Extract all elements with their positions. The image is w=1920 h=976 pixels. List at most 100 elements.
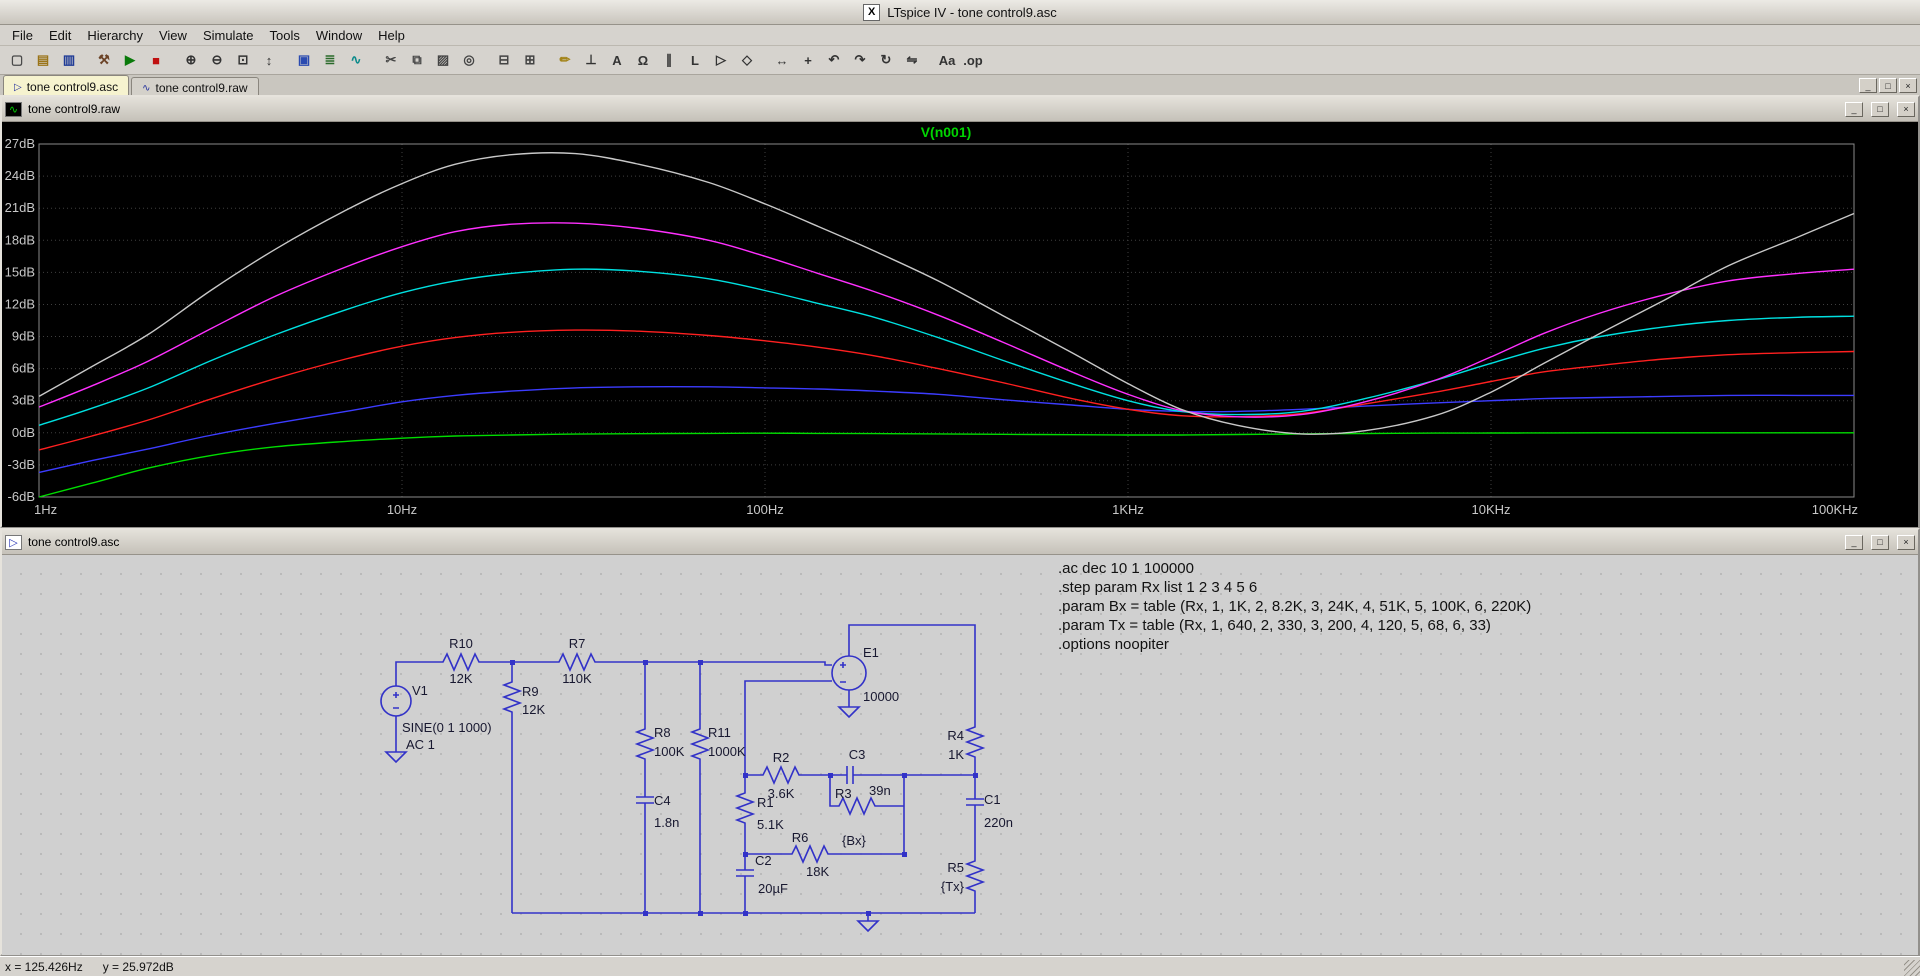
print-icon[interactable]: ⊟ (491, 48, 517, 72)
menu-tools[interactable]: Tools (262, 27, 308, 44)
menu-simulate[interactable]: Simulate (195, 27, 262, 44)
label-R3[interactable]: R3 (835, 786, 852, 801)
label-C4[interactable]: C4 (654, 793, 671, 808)
value-C4[interactable]: 1.8n (654, 815, 679, 830)
capacitor-C1[interactable] (966, 799, 984, 805)
redo-icon[interactable]: ↷ (847, 48, 873, 72)
diode-icon[interactable]: ▷ (708, 48, 734, 72)
drag-icon[interactable]: + (795, 48, 821, 72)
copy-icon[interactable]: ⧉ (404, 48, 430, 72)
spice-directive-param-tx[interactable]: .param Tx = table (Rx, 1, 640, 2, 330, 3… (1058, 617, 1491, 634)
capacitor-icon[interactable]: ∥ (656, 48, 682, 72)
label-R6[interactable]: R6 (792, 830, 809, 845)
resistor-R7[interactable] (553, 654, 601, 670)
schematic-close-button[interactable]: × (1897, 535, 1915, 550)
menu-help[interactable]: Help (370, 27, 413, 44)
resistor-R8[interactable] (637, 723, 653, 765)
trace-label[interactable]: V(n001) (921, 124, 972, 140)
menu-window[interactable]: Window (308, 27, 370, 44)
waveform-close-button[interactable]: × (1897, 102, 1915, 117)
menu-edit[interactable]: Edit (41, 27, 79, 44)
cut-icon[interactable]: ✂ (378, 48, 404, 72)
label-R5[interactable]: R5 (947, 860, 964, 875)
label-V1[interactable]: V1 (412, 683, 428, 698)
text-icon[interactable]: Aa (934, 48, 960, 72)
value-R8[interactable]: 100K (654, 744, 685, 759)
label-R9[interactable]: R9 (522, 684, 539, 699)
capacitor-C3[interactable] (847, 766, 853, 784)
rotate-icon[interactable]: ↻ (873, 48, 899, 72)
find-icon[interactable]: ◎ (456, 48, 482, 72)
resistor-R6[interactable] (786, 846, 834, 862)
value-V1-line1[interactable]: SINE(0 1 1000) (402, 720, 492, 735)
resistor-icon[interactable]: Ω (630, 48, 656, 72)
schematic-minimize-button[interactable]: _ (1845, 535, 1863, 550)
spice-directive-icon[interactable]: .op (960, 48, 986, 72)
label-R7[interactable]: R7 (569, 636, 586, 651)
zoom-in-icon[interactable]: ⊕ (178, 48, 204, 72)
view-waveform-icon[interactable]: ∿ (343, 48, 369, 72)
spice-directive-options[interactable]: .options noopiter (1058, 636, 1169, 653)
value-C1[interactable]: 220n (984, 815, 1013, 830)
schematic-window-titlebar[interactable]: ▷ tone control9.asc _ □ × (2, 530, 1918, 555)
print-preview-icon[interactable]: ⊞ (517, 48, 543, 72)
capacitor-C4[interactable] (636, 797, 654, 803)
view-schematic-icon[interactable]: ▣ (291, 48, 317, 72)
move-icon[interactable]: ↔ (769, 48, 795, 72)
label-C1[interactable]: C1 (984, 792, 1001, 807)
schematic-maximize-button[interactable]: □ (1871, 535, 1889, 550)
save-icon[interactable]: ▥ (56, 48, 82, 72)
mirror-icon[interactable]: ⇋ (899, 48, 925, 72)
label-R4[interactable]: R4 (947, 728, 964, 743)
spice-directive-ac[interactable]: .ac dec 10 1 100000 (1058, 560, 1194, 577)
waveform-minimize-button[interactable]: _ (1845, 102, 1863, 117)
halt-icon[interactable]: ■ (143, 48, 169, 72)
label-net-icon[interactable]: A (604, 48, 630, 72)
spice-directive-param-bx[interactable]: .param Bx = table (Rx, 1, 1K, 2, 8.2K, 3… (1058, 598, 1531, 615)
spice-directive-step[interactable]: .step param Rx list 1 2 3 4 5 6 (1058, 579, 1257, 596)
value-C2[interactable]: 20µF (758, 881, 788, 896)
capacitor-C2[interactable] (736, 870, 754, 876)
zoom-full-icon[interactable]: ⊡ (230, 48, 256, 72)
label-R2[interactable]: R2 (773, 750, 790, 765)
value-V1-line2[interactable]: AC 1 (406, 737, 435, 752)
mdi-maximize-button[interactable]: □ (1879, 78, 1897, 93)
resistor-R9[interactable] (504, 676, 520, 718)
label-R10[interactable]: R10 (449, 636, 473, 651)
value-C3[interactable]: 39n (869, 783, 891, 798)
value-R11[interactable]: 1000K (708, 744, 746, 759)
resistor-R11[interactable] (692, 723, 708, 765)
ground-symbol[interactable] (386, 707, 878, 931)
menu-hierarchy[interactable]: Hierarchy (79, 27, 151, 44)
resistor-R10[interactable] (437, 654, 485, 670)
menu-view[interactable]: View (151, 27, 195, 44)
voltage-source-V1[interactable] (381, 686, 411, 716)
dependent-source-E1[interactable] (832, 656, 866, 690)
value-R6[interactable]: 18K (806, 864, 829, 879)
value-R3[interactable]: {Bx} (842, 833, 867, 848)
wires[interactable] (396, 625, 975, 921)
value-R5[interactable]: {Tx} (941, 879, 965, 894)
component-icon[interactable]: ◇ (734, 48, 760, 72)
open-file-icon[interactable]: ▤ (30, 48, 56, 72)
schematic-canvas[interactable]: V1 SINE(0 1 1000) AC 1 R10 12K R9 12K R7… (2, 555, 1918, 955)
label-C2[interactable]: C2 (755, 853, 772, 868)
ground-icon[interactable]: ⊥ (578, 48, 604, 72)
wire-icon[interactable]: ✏ (552, 48, 578, 72)
resistor-R4[interactable] (967, 721, 983, 763)
waveform-plot-pane[interactable]: V(n001) 27dB24dB21dB18dB15dB12dB9dB6dB3d… (2, 122, 1918, 527)
view-netlist-icon[interactable]: ≣ (317, 48, 343, 72)
value-R4[interactable]: 1K (948, 747, 964, 762)
mdi-close-button[interactable]: × (1899, 78, 1917, 93)
label-E1[interactable]: E1 (863, 645, 879, 660)
label-R8[interactable]: R8 (654, 725, 671, 740)
run-icon[interactable]: ▶ (117, 48, 143, 72)
new-schematic-icon[interactable]: ▢ (4, 48, 30, 72)
inductor-icon[interactable]: L (682, 48, 708, 72)
zoom-out-icon[interactable]: ⊖ (204, 48, 230, 72)
value-R7[interactable]: 110K (562, 671, 592, 686)
value-R10[interactable]: 12K (449, 671, 472, 686)
resistor-R5[interactable] (967, 855, 983, 897)
undo-icon[interactable]: ↶ (821, 48, 847, 72)
waveform-maximize-button[interactable]: □ (1871, 102, 1889, 117)
